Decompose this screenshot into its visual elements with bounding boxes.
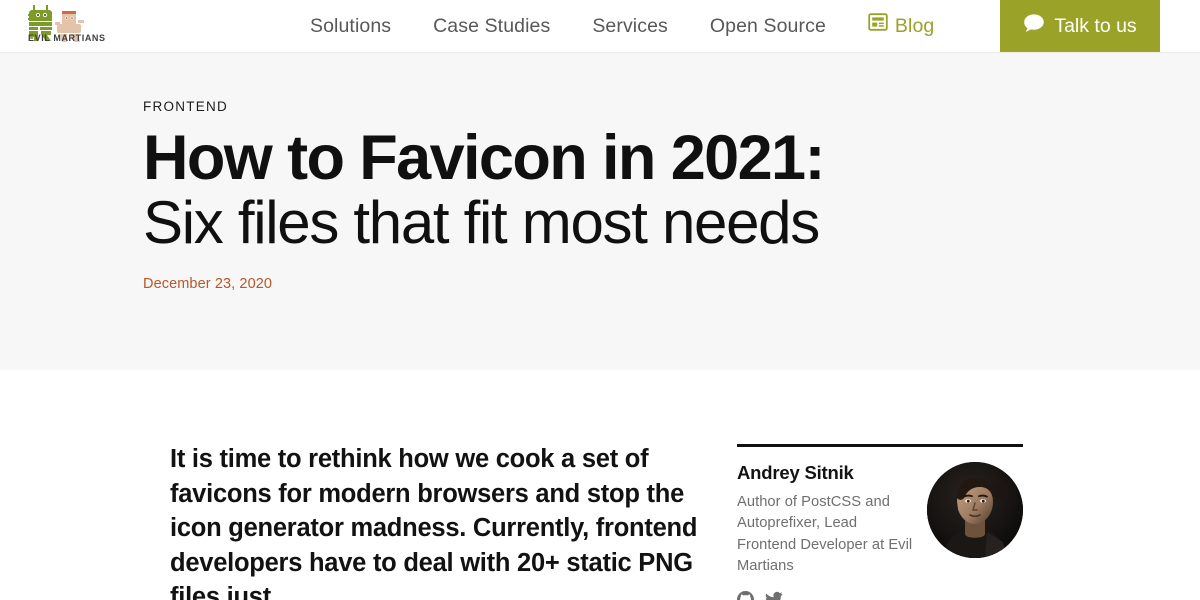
github-icon bbox=[737, 590, 754, 600]
nav-link-blog[interactable]: Blog bbox=[868, 0, 934, 53]
blog-icon bbox=[868, 0, 888, 53]
site-logo-link[interactable]: EVIL MARTIANS bbox=[0, 0, 180, 52]
page-title-line-1: How to Favicon in 2021: bbox=[143, 123, 825, 193]
site-header: EVIL MARTIANS Solutions Case Studies Ser… bbox=[0, 0, 1200, 53]
author-card: Andrey Sitnik Author of PostCSS and Auto… bbox=[737, 442, 1027, 600]
twitter-link[interactable] bbox=[765, 591, 783, 600]
author-avatar bbox=[927, 462, 1023, 558]
nav-link-solutions[interactable]: Solutions bbox=[310, 0, 391, 53]
github-link[interactable] bbox=[737, 590, 754, 600]
author-bio: Author of PostCSS and Autoprefixer, Lead… bbox=[737, 494, 913, 575]
author-name: Andrey Sitnik bbox=[737, 462, 854, 483]
talk-to-us-label: Talk to us bbox=[1054, 14, 1137, 37]
evil-martians-logo bbox=[27, 2, 102, 51]
post-date: December 23, 2020 bbox=[143, 276, 273, 293]
speech-bubble-icon bbox=[1023, 13, 1045, 40]
author-divider bbox=[737, 444, 1023, 447]
twitter-icon bbox=[765, 591, 783, 600]
nav-link-services[interactable]: Services bbox=[592, 0, 668, 53]
nav-link-case-studies[interactable]: Case Studies bbox=[433, 0, 550, 53]
author-social-links bbox=[737, 590, 917, 600]
article-lead-paragraph: It is time to rethink how we cook a set … bbox=[170, 445, 698, 600]
hero-section: FRONTEND How to Favicon in 2021: Six fil… bbox=[0, 53, 1200, 370]
main-navigation: Solutions Case Studies Services Open Sou… bbox=[180, 0, 1000, 52]
article-content: It is time to rethink how we cook a set … bbox=[0, 370, 1200, 600]
nav-link-open-source[interactable]: Open Source bbox=[710, 0, 826, 53]
logo-wordmark: EVIL MARTIANS bbox=[28, 33, 106, 43]
page-title: How to Favicon in 2021: Six files that f… bbox=[143, 123, 1200, 257]
page-title-line-2: Six files that fit most needs bbox=[143, 189, 820, 257]
nav-link-blog-label: Blog bbox=[894, 14, 935, 37]
talk-to-us-button[interactable]: Talk to us bbox=[1000, 0, 1160, 52]
post-category[interactable]: FRONTEND bbox=[143, 53, 1200, 114]
